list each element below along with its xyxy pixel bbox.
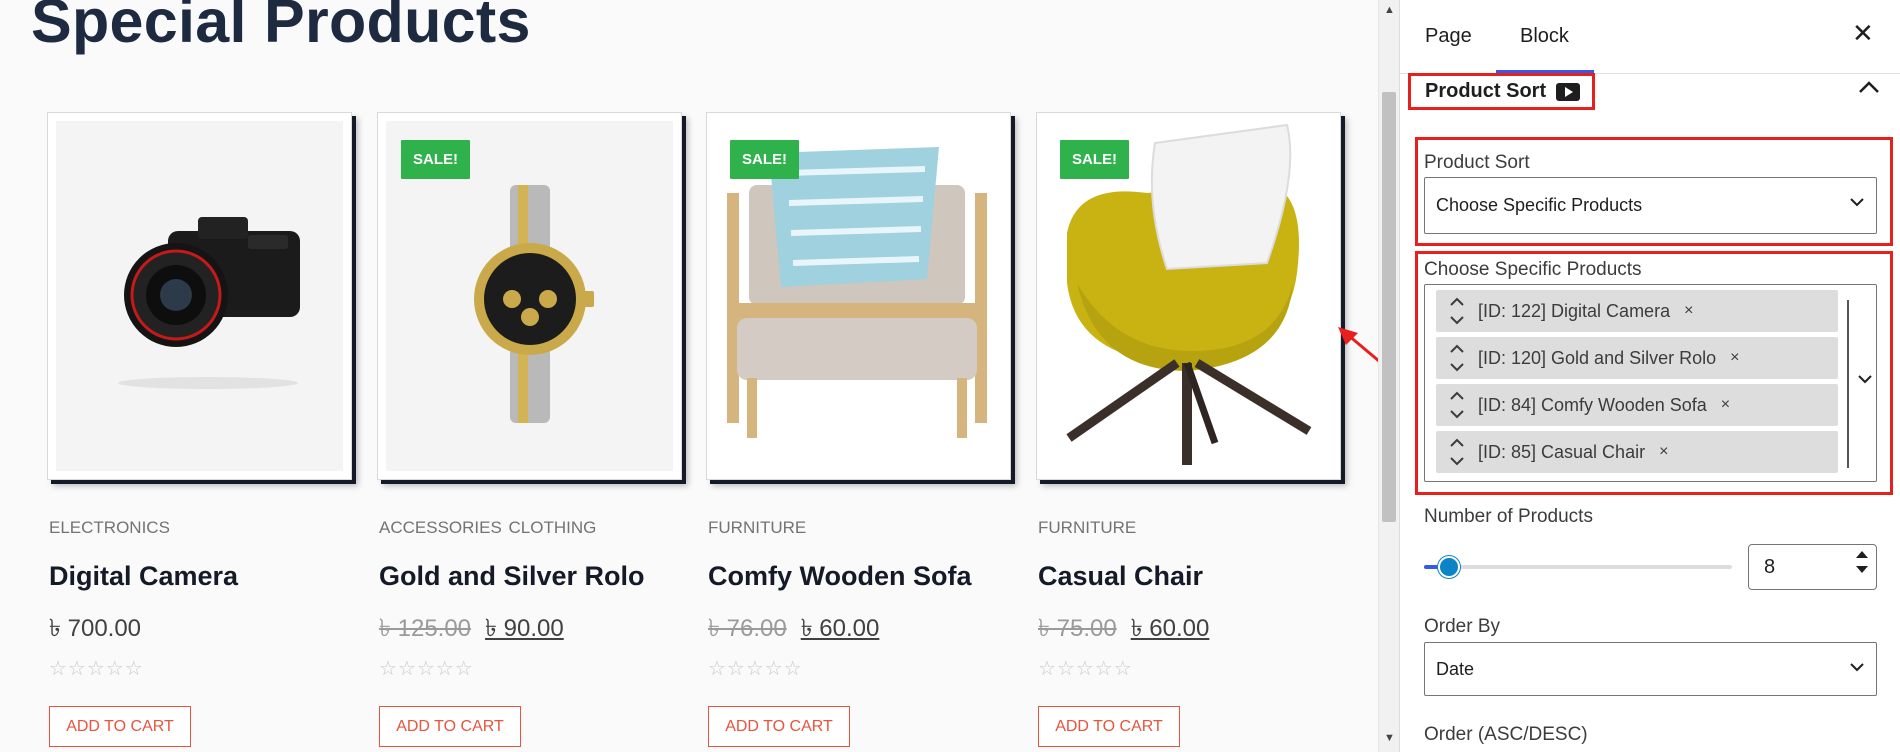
- chevron-up-icon[interactable]: [1858, 80, 1880, 94]
- product-card-digital-camera: ELECTRONICS Digital Camera ৳ 700.00 ☆☆☆☆…: [47, 112, 352, 747]
- reorder-handle[interactable]: [1436, 290, 1478, 332]
- sale-badge: SALE!: [1060, 140, 1129, 179]
- product-name[interactable]: Gold and Silver Rolo: [379, 561, 645, 592]
- reorder-handle[interactable]: [1436, 431, 1478, 473]
- close-icon[interactable]: ✕: [1852, 20, 1874, 46]
- product-name[interactable]: Digital Camera: [49, 561, 238, 592]
- reorder-handle[interactable]: [1436, 337, 1478, 379]
- product-card-comfy-wooden-sofa: SALE! FURNITURE Comfy Wooden Sofa ৳ 76.0…: [706, 112, 1011, 747]
- panel-title: Product Sort: [1425, 80, 1547, 102]
- product-category[interactable]: ELECTRONICS: [49, 518, 170, 538]
- product-name[interactable]: Comfy Wooden Sofa: [708, 561, 972, 592]
- reorder-handle[interactable]: [1436, 384, 1478, 426]
- order-by-value: Date: [1436, 658, 1475, 679]
- product-token: [ID: 120] Gold and Silver Rolo ×: [1436, 337, 1838, 379]
- add-to-cart-button[interactable]: ADD TO CART: [379, 706, 521, 747]
- number-value: 8: [1764, 555, 1776, 578]
- video-icon[interactable]: [1556, 82, 1581, 101]
- decrement-arrow-icon[interactable]: [1856, 566, 1868, 573]
- remove-token-icon[interactable]: ×: [1730, 349, 1739, 367]
- number-of-products-slider[interactable]: [1424, 565, 1732, 569]
- remove-token-icon[interactable]: ×: [1659, 443, 1668, 461]
- price-old: ৳ 75.00: [1038, 615, 1117, 642]
- add-to-cart-button[interactable]: ADD TO CART: [708, 706, 850, 747]
- up-down-arrows-icon: [1450, 391, 1464, 419]
- editor-canvas: Special Products ELECTRONICS Digital Cam…: [0, 0, 1378, 752]
- scroll-up-arrow-icon[interactable]: ▲: [1384, 4, 1395, 16]
- multiselect-divider: [1847, 300, 1849, 468]
- order-label: Order (ASC/DESC): [1424, 724, 1588, 745]
- chevron-down-icon[interactable]: [1858, 375, 1872, 384]
- choose-products-multiselect[interactable]: [ID: 122] Digital Camera × [ID: 120] Gol…: [1424, 284, 1877, 482]
- remove-token-icon[interactable]: ×: [1684, 302, 1693, 320]
- slider-thumb[interactable]: [1438, 556, 1460, 578]
- number-of-products-input[interactable]: 8: [1748, 544, 1877, 590]
- order-by-select[interactable]: Date: [1424, 642, 1877, 696]
- token-label: [ID: 122] Digital Camera: [1478, 300, 1671, 321]
- block-settings-sidebar: Page Block ✕ Product Sort Product Sort C…: [1399, 0, 1900, 752]
- sale-badge: SALE!: [730, 140, 799, 179]
- order-by-label: Order By: [1424, 616, 1501, 637]
- product-image[interactable]: SALE!: [706, 112, 1011, 480]
- product-card-casual-chair: SALE! FURNITURE Casual Chair ৳ 75.00 ৳ 60…: [1036, 112, 1341, 747]
- token-label: [ID: 84] Comfy Wooden Sofa: [1478, 394, 1707, 415]
- product-category[interactable]: FURNITURE: [708, 518, 806, 538]
- product-token: [ID: 84] Comfy Wooden Sofa ×: [1436, 384, 1838, 426]
- camera-icon: [118, 217, 300, 389]
- product-price: ৳ 76.00 ৳ 60.00: [708, 610, 879, 650]
- number-of-products-label: Number of Products: [1424, 506, 1593, 527]
- product-token: [ID: 122] Digital Camera ×: [1436, 290, 1838, 332]
- price-old: ৳ 125.00: [379, 615, 472, 642]
- rating-stars: ☆☆☆☆☆: [379, 658, 474, 680]
- page-title: Special Products: [31, 0, 531, 55]
- canvas-scrollbar[interactable]: ▲ ▼: [1378, 0, 1399, 752]
- product-category[interactable]: FURNITURE: [1038, 518, 1136, 538]
- product-image[interactable]: [47, 112, 352, 480]
- choose-products-label: Choose Specific Products: [1424, 259, 1642, 280]
- remove-token-icon[interactable]: ×: [1721, 396, 1730, 414]
- sale-badge: SALE!: [401, 140, 470, 179]
- product-price: ৳ 75.00 ৳ 60.00: [1038, 610, 1209, 650]
- price-current: ৳ 90.00: [485, 615, 564, 642]
- rating-stars: ☆☆☆☆☆: [708, 658, 803, 680]
- add-to-cart-button[interactable]: ADD TO CART: [1038, 706, 1180, 747]
- product-sort-label: Product Sort: [1424, 152, 1530, 173]
- tab-block[interactable]: Block: [1520, 25, 1569, 48]
- number-stepper[interactable]: [1856, 551, 1868, 573]
- product-category[interactable]: ACCESSORIES CLOTHING: [379, 518, 596, 538]
- product-image[interactable]: SALE!: [1036, 112, 1341, 480]
- token-label: [ID: 85] Casual Chair: [1478, 441, 1646, 462]
- chevron-down-icon: [1850, 198, 1864, 207]
- product-token: [ID: 85] Casual Chair ×: [1436, 431, 1838, 473]
- increment-arrow-icon[interactable]: [1856, 551, 1868, 558]
- product-card-gold-silver-rolo: SALE! ACCESSORIES CLOTHING Gold and Silv…: [377, 112, 682, 747]
- up-down-arrows-icon: [1450, 297, 1464, 325]
- sidebar-tabs: Page Block ✕: [1400, 0, 1900, 74]
- product-sort-value: Choose Specific Products: [1436, 195, 1643, 215]
- add-to-cart-button[interactable]: ADD TO CART: [49, 706, 191, 747]
- annotation-arrow-icon: [1338, 327, 1378, 363]
- scroll-thumb[interactable]: [1382, 92, 1396, 522]
- token-label: [ID: 120] Gold and Silver Rolo: [1478, 347, 1717, 368]
- price-old: ৳ 76.00: [708, 615, 787, 642]
- up-down-arrows-icon: [1450, 438, 1464, 466]
- price-current: ৳ 700.00: [49, 615, 142, 642]
- up-down-arrows-icon: [1450, 344, 1464, 372]
- rating-stars: ☆☆☆☆☆: [49, 658, 144, 680]
- chevron-down-icon: [1850, 663, 1864, 672]
- product-price: ৳ 125.00 ৳ 90.00: [379, 610, 564, 650]
- rating-stars: ☆☆☆☆☆: [1038, 658, 1133, 680]
- product-price: ৳ 700.00: [49, 610, 141, 650]
- panel-header-product-sort[interactable]: Product Sort: [1408, 73, 1595, 110]
- product-image[interactable]: SALE!: [377, 112, 682, 480]
- tab-page[interactable]: Page: [1425, 25, 1472, 48]
- scroll-down-arrow-icon[interactable]: ▼: [1384, 732, 1395, 744]
- product-sort-select[interactable]: Choose Specific Products: [1424, 177, 1877, 234]
- product-name[interactable]: Casual Chair: [1038, 561, 1203, 592]
- price-current: ৳ 60.00: [1130, 615, 1210, 642]
- price-current: ৳ 60.00: [800, 615, 880, 642]
